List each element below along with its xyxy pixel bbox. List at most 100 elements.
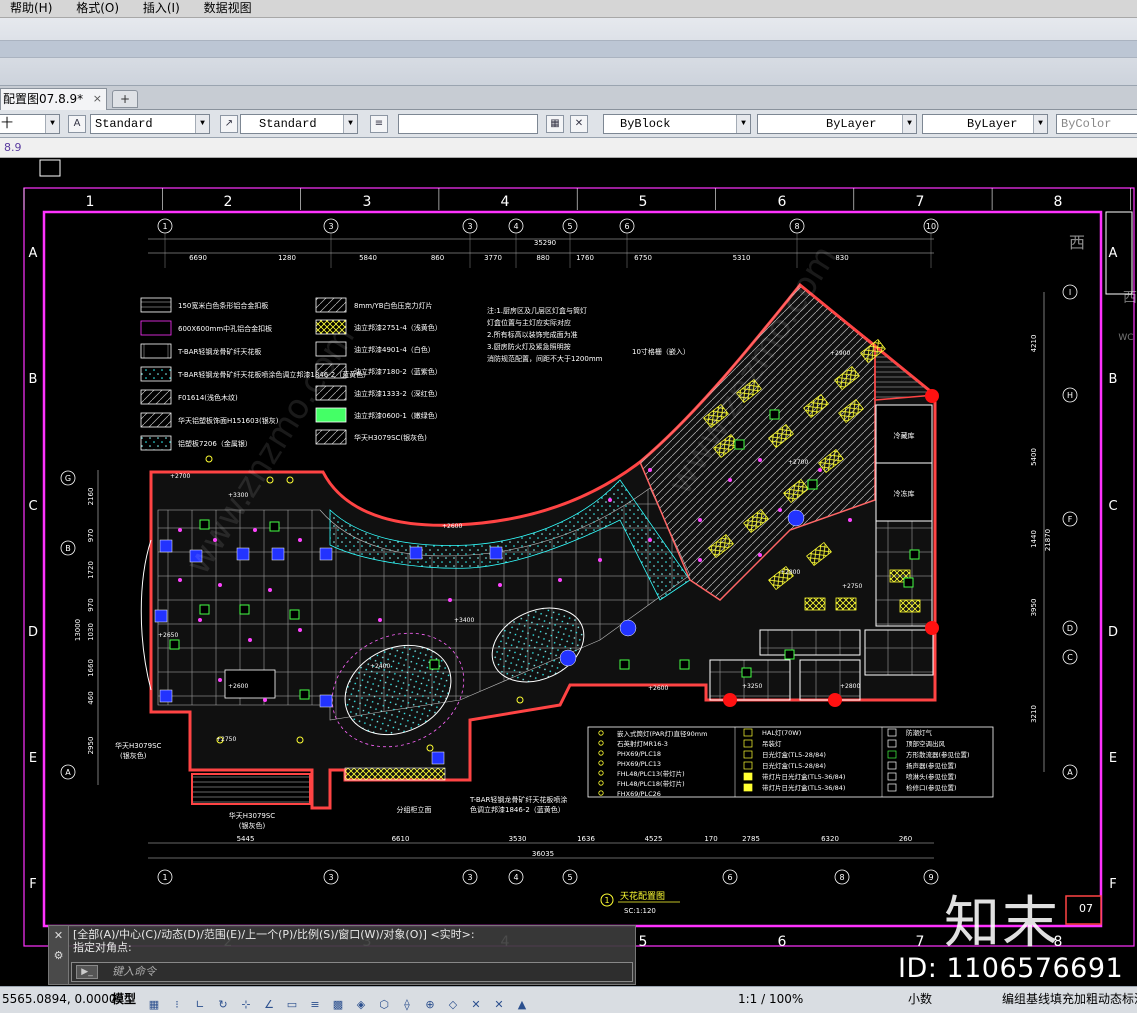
gizmo-icon[interactable]: ◇ (445, 998, 461, 1012)
pendant-light (205, 455, 213, 463)
selection-cycling-icon[interactable]: ◈ (353, 998, 369, 1012)
note-line: 3.厨房防火灯及紧急照明按 (487, 342, 571, 351)
model-space-button[interactable]: 模型 (112, 987, 136, 1012)
command-input[interactable]: ▶_ 键入命令 (71, 962, 633, 982)
menu-format[interactable]: 格式(O) (66, 0, 129, 17)
air-diffuser (299, 689, 310, 700)
downlight (218, 678, 222, 682)
dim-style-icon[interactable]: ↗ (220, 115, 238, 133)
lineweight-icon[interactable]: ≡ (307, 998, 323, 1012)
legend-swatch (140, 389, 172, 405)
legend-label: 油立邦漆0600-1（嫩绿色） (354, 411, 442, 420)
menu-insert[interactable]: 插入(I) (133, 0, 190, 17)
axis-bubble-label: D (1067, 624, 1073, 633)
downlight-panel (159, 539, 173, 553)
layer-combo[interactable]: 十 ▼ (0, 114, 60, 134)
elevation-tag: +2800 (780, 569, 800, 576)
ucs-icon[interactable]: ▭ (284, 998, 300, 1012)
downlight (698, 558, 702, 562)
linetype-value: ByLayer (826, 117, 877, 131)
air-diffuser (909, 549, 920, 560)
3d-osnap-icon[interactable]: ⬡ (376, 998, 392, 1012)
annotation-scale-icon[interactable]: ▲ (514, 998, 530, 1012)
snap-icon[interactable]: ⁝ (169, 998, 185, 1012)
text-style-icon[interactable]: A (68, 115, 86, 133)
air-diffuser (807, 479, 818, 490)
command-prompt-icon[interactable]: ▶_ (76, 965, 98, 979)
note-line: 注:1.厨房区及几层区灯盒与筒灯 (487, 306, 587, 315)
legend-swatch (140, 343, 172, 359)
menu-dataview[interactable]: 数据视图 (194, 0, 262, 17)
downlight (253, 528, 257, 532)
edge-glyph: 西 (1069, 233, 1085, 252)
menu-help[interactable]: 帮助(H) (0, 0, 62, 17)
new-tab-button[interactable]: + (112, 90, 138, 108)
sheet-row-label: F (29, 877, 36, 892)
wrench-icon[interactable]: ⚙ (49, 946, 68, 966)
sheet-row-label: A (1109, 246, 1118, 261)
layer-delete-icon[interactable]: ✕ (570, 115, 588, 133)
elevation-tag: +2750 (842, 583, 862, 590)
layer-match-icon[interactable]: ▦ (546, 115, 564, 133)
linetype-combo[interactable]: ByLayer ▼ (757, 114, 917, 134)
bottom-material-label: 华天H3079SC (229, 811, 276, 820)
text-style-combo[interactable]: Standard ▼ (90, 114, 210, 134)
legend-label: 8mm/YB白色压克力灯片 (354, 301, 433, 310)
fixture-legend-symbol (743, 761, 753, 770)
bottom-total-value: 36035 (532, 850, 554, 858)
otrack-icon[interactable]: ∠ (261, 998, 277, 1012)
downlight-panel (159, 689, 173, 703)
layer-name-combo[interactable] (398, 114, 538, 134)
elevation-tag: +2750 (216, 736, 236, 743)
filter-icon[interactable]: ⊕ (422, 998, 438, 1012)
axis-bubble-label: 6 (727, 873, 732, 882)
dynamic-ucs-icon[interactable]: ⟠ (399, 998, 415, 1012)
polar-icon[interactable]: ↻ (215, 998, 231, 1012)
plotstyle-combo[interactable]: ByColor (1056, 114, 1137, 134)
sheet-row-label: D (28, 625, 38, 640)
left-total-value: 13000 (74, 619, 82, 641)
downlight (698, 518, 702, 522)
fixture-legend-label: 吊装灯 (762, 739, 782, 748)
axis-bubble-label: F (1068, 515, 1073, 524)
axis-bubble-label: 5 (567, 873, 572, 882)
lineweight-combo[interactable]: ByLayer ▼ (922, 114, 1048, 134)
lower-counter (191, 773, 311, 805)
close-tab-icon[interactable]: × (93, 89, 102, 109)
ortho-icon[interactable]: ∟ (192, 998, 208, 1012)
service-room (709, 659, 791, 701)
dim-style-combo[interactable]: Standard ▼ (240, 114, 358, 134)
air-diffuser (903, 577, 914, 588)
layer-properties-icon[interactable]: ≡ (370, 115, 388, 133)
left-material-label: 华天H3079SC (115, 741, 162, 750)
column-marker (723, 693, 737, 707)
fixture-legend-symbol (743, 772, 753, 781)
annotation-scale[interactable]: 1:1 / 100% (738, 987, 803, 1012)
floorplan-drawing: 1122334455667788AABBCCDDEEFF669012805840… (23, 159, 1137, 950)
downlight (598, 558, 602, 562)
color-value: ByBlock (620, 117, 671, 131)
text-style-value: Standard (95, 117, 153, 131)
edge-glyph: WC (1118, 333, 1133, 343)
ribbon-strip (0, 40, 1137, 58)
color-combo[interactable]: ByBlock ▼ (603, 114, 751, 134)
sheet-column-label: 8 (1054, 194, 1063, 210)
fixture-legend-symbol (743, 783, 753, 792)
air-diffuser (679, 659, 690, 670)
document-tab[interactable]: 配置图07.8.9* × (0, 88, 107, 110)
transparency-icon[interactable]: ▩ (330, 998, 346, 1012)
fixture-legend-label: FHL48/PLC13(带灯片) (617, 769, 685, 778)
downlight (218, 583, 222, 587)
ribbon-panel (0, 18, 1137, 86)
downlight-panel (431, 751, 445, 765)
grid-icon[interactable]: ▦ (146, 998, 162, 1012)
units-selector[interactable]: 小数 (908, 987, 932, 1012)
autoscale-icon[interactable]: ✕ (491, 998, 507, 1012)
close-icon[interactable]: ✕ (49, 926, 68, 946)
annotation-visibility-icon[interactable]: ✕ (468, 998, 484, 1012)
fixture-legend-symbol (887, 739, 897, 748)
sheet-row-label: C (28, 499, 37, 514)
osnap-icon[interactable]: ⊹ (238, 998, 254, 1012)
left-dimension-value: 2160 (87, 488, 95, 506)
drawing-canvas[interactable]: 1122334455667788AABBCCDDEEFF669012805840… (0, 158, 1137, 986)
